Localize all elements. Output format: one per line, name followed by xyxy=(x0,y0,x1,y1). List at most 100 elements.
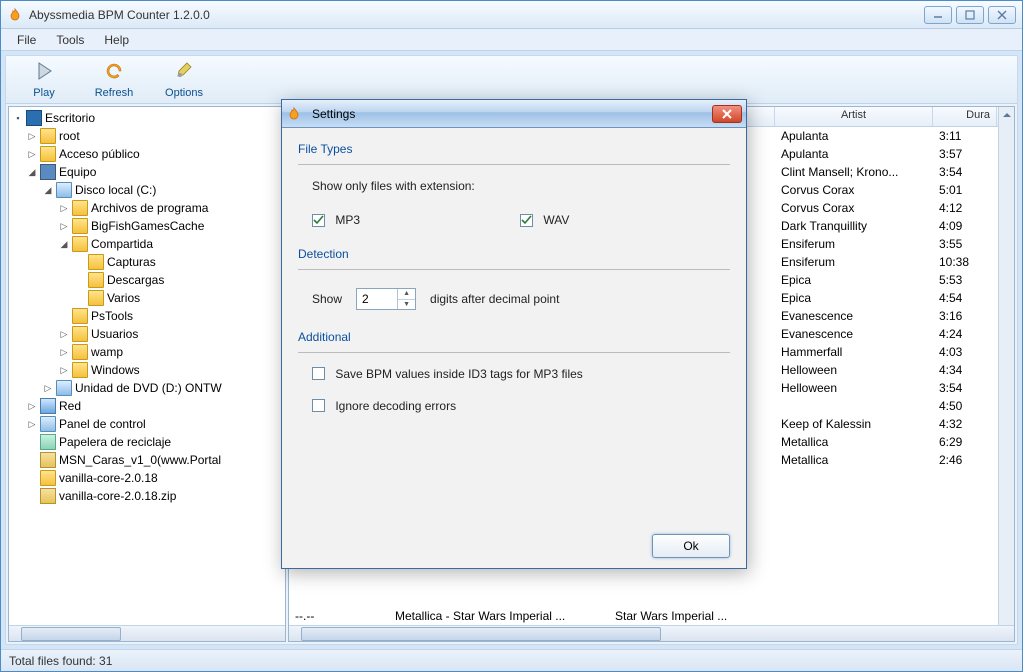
expander-icon[interactable]: ▷ xyxy=(59,365,69,376)
group-filetypes: File Types xyxy=(298,140,730,164)
tree-node[interactable]: ▷Archivos de programa xyxy=(9,199,285,217)
tree-label: Disco local (C:) xyxy=(75,183,156,197)
expander-icon[interactable]: ▷ xyxy=(27,401,37,412)
expander-icon[interactable]: ▷ xyxy=(59,221,69,232)
expander-icon[interactable]: ▷ xyxy=(27,149,37,160)
zip-icon xyxy=(40,488,56,504)
tree-node[interactable]: ▷ Usuarios xyxy=(9,325,285,343)
options-icon xyxy=(173,60,195,85)
tree-label: Usuarios xyxy=(91,327,138,341)
refresh-button[interactable]: Refresh xyxy=(84,60,144,99)
menu-help[interactable]: Help xyxy=(96,31,137,49)
checkbox-save-bpm[interactable]: Save BPM values inside ID3 tags for MP3 … xyxy=(312,367,730,381)
cell-artist: Evanescence xyxy=(775,309,933,323)
tree-node[interactable]: Varios xyxy=(9,289,285,307)
list-hscrollbar[interactable] xyxy=(289,625,1014,641)
spin-down[interactable]: ▼ xyxy=(398,300,415,310)
cell-artist: Apulanta xyxy=(775,147,933,161)
group-additional: Additional xyxy=(298,328,730,352)
cell-dura: 4:12 xyxy=(933,201,997,215)
tree-node[interactable]: Descargas xyxy=(9,271,285,289)
tree-node[interactable]: Capturas xyxy=(9,253,285,271)
cell-dura: 3:55 xyxy=(933,237,997,251)
play-icon xyxy=(33,60,55,85)
tree-node[interactable]: ▷ Red xyxy=(9,397,285,415)
computer-icon xyxy=(40,164,56,180)
digits-stepper[interactable]: ▲ ▼ xyxy=(356,288,416,310)
folder-icon xyxy=(72,200,88,216)
expander-icon[interactable]: ▷ xyxy=(43,383,53,394)
maximize-button[interactable] xyxy=(956,6,984,24)
expander-icon[interactable]: ▷ xyxy=(59,347,69,358)
tree-node[interactable]: MSN_Caras_v1_0(www.Portal xyxy=(9,451,285,469)
tree-node[interactable]: ▷Acceso público xyxy=(9,145,285,163)
list-row-bottom[interactable]: --.-- Metallica - Star Wars Imperial ...… xyxy=(289,607,998,625)
menu-file[interactable]: File xyxy=(9,31,44,49)
spin-up[interactable]: ▲ xyxy=(398,289,415,300)
tree-node[interactable]: ◢ Disco local (C:) xyxy=(9,181,285,199)
checkbox-wav[interactable]: WAV xyxy=(520,213,569,227)
tree-label: wamp xyxy=(91,345,123,359)
tree-node[interactable]: Papelera de reciclaje xyxy=(9,433,285,451)
options-button[interactable]: Options xyxy=(154,60,214,99)
cell-artist: Ensiferum xyxy=(775,237,933,251)
expander-icon[interactable]: ▪ xyxy=(13,113,23,123)
folder-icon xyxy=(88,254,104,270)
tree-node[interactable]: ▷Panel de control xyxy=(9,415,285,433)
tree-label: vanilla-core-2.0.18 xyxy=(59,471,158,485)
tree-node[interactable]: ◢Equipo xyxy=(9,163,285,181)
close-button[interactable] xyxy=(988,6,1016,24)
expander-icon[interactable]: ▷ xyxy=(59,203,69,214)
tree-node[interactable]: ▷root xyxy=(9,127,285,145)
ok-button[interactable]: Ok xyxy=(652,534,730,558)
app-icon xyxy=(7,7,23,23)
digits-input[interactable] xyxy=(357,289,397,309)
tree-node[interactable]: vanilla-core-2.0.18.zip xyxy=(9,487,285,505)
list-vscrollbar[interactable] xyxy=(998,107,1014,625)
cell-artist: Helloween xyxy=(775,381,933,395)
folder-icon xyxy=(88,272,104,288)
tree-hscrollbar[interactable] xyxy=(9,625,285,641)
refresh-icon xyxy=(103,60,125,85)
tree-node[interactable]: PsTools xyxy=(9,307,285,325)
cell-dura: 5:53 xyxy=(933,273,997,287)
col-dura[interactable]: Dura xyxy=(933,107,997,126)
dialog-close-button[interactable] xyxy=(712,105,742,123)
minimize-button[interactable] xyxy=(924,6,952,24)
tree-node[interactable]: ▷ wamp xyxy=(9,343,285,361)
cell-artist: Epica xyxy=(775,273,933,287)
play-button[interactable]: Play xyxy=(14,60,74,99)
tree-node[interactable]: ▷BigFishGamesCache xyxy=(9,217,285,235)
tree-label: Red xyxy=(59,399,81,413)
tree-node[interactable]: ▷Windows xyxy=(9,361,285,379)
tree-node[interactable]: ▪Escritorio xyxy=(9,109,285,127)
cell-artist: Apulanta xyxy=(775,129,933,143)
folder-icon xyxy=(72,308,88,324)
expander-icon[interactable]: ◢ xyxy=(43,185,53,196)
cell-dura: 3:54 xyxy=(933,165,997,179)
folder-tree[interactable]: ▪Escritorio▷root▷Acceso público◢Equipo◢D… xyxy=(8,106,286,642)
cell-artist: Evanescence xyxy=(775,327,933,341)
cell-artist: Corvus Corax xyxy=(775,183,933,197)
menu-tools[interactable]: Tools xyxy=(48,31,92,49)
col-artist[interactable]: Artist xyxy=(775,107,933,126)
expander-icon[interactable]: ▷ xyxy=(27,131,37,142)
drive-icon xyxy=(40,416,56,432)
cell-dura: 4:03 xyxy=(933,345,997,359)
expander-icon[interactable]: ▷ xyxy=(59,329,69,340)
folder-icon xyxy=(40,470,56,486)
tree-node[interactable]: ▷ Unidad de DVD (D:) ONTW xyxy=(9,379,285,397)
checkbox-mp3[interactable]: MP3 xyxy=(312,213,360,227)
expander-icon[interactable]: ◢ xyxy=(59,239,69,250)
dialog-titlebar: Settings xyxy=(282,100,746,128)
tree-node[interactable]: vanilla-core-2.0.18 xyxy=(9,469,285,487)
checkbox-ignore-errors[interactable]: Ignore decoding errors xyxy=(312,399,730,413)
tree-label: Unidad de DVD (D:) ONTW xyxy=(75,381,222,395)
expander-icon[interactable]: ◢ xyxy=(27,167,37,178)
group-detection: Detection xyxy=(298,245,730,269)
cell-artist: Epica xyxy=(775,291,933,305)
expander-icon[interactable]: ▷ xyxy=(27,419,37,430)
dialog-icon xyxy=(286,106,302,122)
show-label: Show xyxy=(312,292,342,306)
tree-node[interactable]: ◢Compartida xyxy=(9,235,285,253)
